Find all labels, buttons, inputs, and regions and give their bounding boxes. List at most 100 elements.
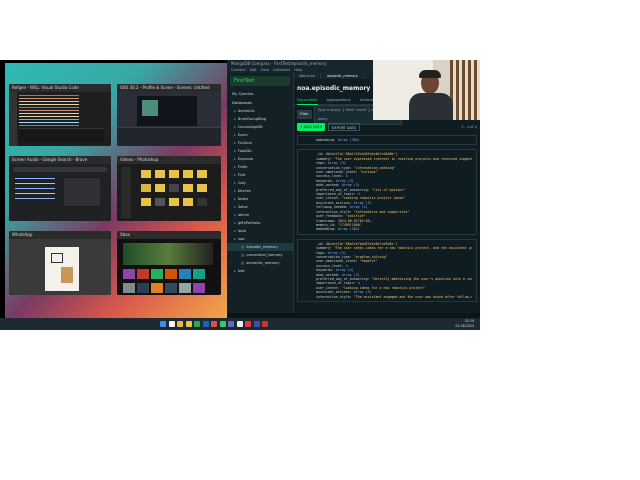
document-card[interactable]: embedding: Array (384) [297, 135, 477, 146]
field-key: embedding [316, 138, 334, 142]
taskbar-app-icon[interactable] [219, 321, 226, 327]
taskbar-app-icon[interactable] [262, 321, 268, 327]
database-item[interactable]: Ecom [227, 131, 293, 139]
database-item[interactable]: AnimeLib [227, 107, 293, 115]
window-title: Screen Audio - Google Search - Brave [9, 156, 111, 164]
taskbar-app-icon[interactable] [236, 321, 243, 327]
database-item[interactable]: test [227, 267, 293, 275]
field-key: preferred_way_of_answering [316, 276, 368, 281]
database-item[interactable]: FiLiGam [227, 139, 293, 147]
connection-name[interactable]: FirstTest [230, 76, 290, 86]
field-key: embedding [316, 227, 334, 232]
pagination-text: 1 - 4 of 4 [461, 125, 477, 129]
field-value: ObjectId('66a1fe7d4d5fe4c0e7cd3a8c') [325, 241, 398, 246]
database-item[interactable]: Notes [227, 195, 293, 203]
database-item[interactable]: BrainDumpBlog [227, 115, 293, 123]
field-value: Array (2) [349, 205, 368, 210]
document-card[interactable]: _id: ObjectId('66a1fe7d4d5fe4c0e7cd3a8c'… [297, 238, 477, 302]
window-thumbnail-photos[interactable]: Videos - Photoshop [117, 156, 221, 221]
document-card[interactable]: _id: ObjectId('66a1fe5c4d5fe4c0e7cd3a8b'… [297, 149, 477, 235]
filter-label: Filter [297, 110, 312, 119]
tab-episodic-memory[interactable]: episodic_memory [322, 73, 364, 79]
collection-item-episodic[interactable]: episodic_memory [227, 243, 293, 251]
person-body [409, 93, 453, 120]
menu-connect[interactable]: Connect [231, 68, 245, 72]
field-key: keywords [316, 178, 332, 183]
field-value: "information_seeking" [353, 165, 396, 170]
field-key: importance_of_topic [316, 281, 354, 286]
field-key: user_emotional_state [316, 259, 356, 264]
field-value: "directly addressing the user's question… [371, 276, 472, 281]
window-thumbnail-vscode[interactable]: Refgen - WSL: Visual Studio Code [9, 84, 111, 146]
field-key: interaction_style [316, 294, 350, 299]
taskbar-app-icon[interactable] [228, 321, 234, 327]
field-value: "informative and supportive" [353, 209, 410, 214]
photos-preview [117, 164, 221, 221]
tab-welcome[interactable]: Welcome [294, 73, 322, 79]
window-title: WhatsApp [9, 231, 111, 239]
field-value: "1749911000" [337, 222, 362, 227]
collection-item-procedural[interactable]: procedural_memory [227, 251, 293, 259]
taskbar-app-icon[interactable] [211, 321, 217, 327]
field-key: assistant_actions [316, 200, 350, 205]
sidebar: FirstTest My Queries Databases AnimeLib … [227, 73, 294, 318]
field-value: Array (3) [353, 200, 372, 205]
database-item[interactable]: Goly [227, 179, 293, 187]
whatsapp-preview [9, 239, 111, 295]
field-value: "list of options" [371, 187, 406, 192]
database-item[interactable]: Expense [227, 155, 293, 163]
taskbar-app-icon[interactable] [194, 321, 200, 327]
export-data-button[interactable]: EXPORT DATA [327, 123, 360, 131]
field-value: 4 [357, 281, 360, 286]
field-key: importance_of_topic [316, 192, 354, 197]
brave-preview [9, 164, 111, 221]
window-thumbnail-whatsapp[interactable]: WhatsApp [9, 231, 111, 295]
database-item[interactable]: Solve [227, 203, 293, 211]
database-item[interactable]: FoodDb [227, 147, 293, 155]
field-value: "seeking robotics project ideas" [341, 196, 406, 201]
field-key: user_feedback [316, 214, 342, 219]
taskbar-app-icon[interactable] [202, 321, 209, 327]
tab-schema[interactable]: Schema [360, 96, 374, 104]
window-thumbnail-brave[interactable]: Screen Audio - Google Search - Brave [9, 156, 111, 221]
database-item[interactable]: CourseAppDB [227, 123, 293, 131]
field-value: "hopeful" [359, 259, 378, 264]
database-item[interactable]: local [227, 227, 293, 235]
add-data-button[interactable]: + ADD DATA [297, 123, 325, 131]
taskbar-app-icon[interactable] [245, 321, 251, 327]
field-value: "curious" [359, 170, 378, 175]
taskbar-app-icon[interactable] [168, 321, 175, 327]
collection-item-semantic[interactable]: semantic_memory [227, 259, 293, 267]
field-value: "positive" [345, 214, 366, 219]
field-value: "The user seeks ideas for a new robotics… [333, 246, 472, 251]
database-item[interactable]: FinRe [227, 163, 293, 171]
window-thumbnail-obs[interactable]: OBS 30.2 - Profile & Scene - Scenes: Unt… [117, 84, 221, 146]
window-thumbnail-xbox[interactable]: Xbox [117, 231, 221, 295]
field-key: followup_needed [316, 205, 346, 210]
system-clock[interactable]: 02:10 01-08-2024 [455, 319, 474, 329]
start-icon[interactable] [160, 321, 166, 327]
menu-help[interactable]: Help [294, 68, 302, 72]
taskbar-app-icon[interactable] [253, 321, 260, 327]
field-value: 4 [357, 192, 360, 197]
field-value: Array (384) [337, 138, 360, 142]
tab-aggregations[interactable]: Aggregations [327, 96, 351, 104]
database-item[interactable]: First [227, 171, 293, 179]
field-value: Array (5) [327, 250, 346, 255]
menu-collection[interactable]: Collection [273, 68, 290, 72]
sidebar-my-queries[interactable]: My Queries [227, 89, 293, 98]
field-key: timestamp [316, 218, 334, 223]
field-value: 5 [345, 174, 348, 179]
sidebar-databases-heading[interactable]: Databases [227, 98, 293, 107]
field-key: interaction_style [316, 209, 350, 214]
database-item[interactable]: giftsPortfolio [227, 219, 293, 227]
field-key: preferred_way_of_answering [316, 187, 368, 192]
taskbar-app-icon[interactable] [185, 321, 192, 327]
field-value: "The user expressed interest in resolved… [333, 156, 472, 161]
database-item[interactable]: Kitchen [227, 187, 293, 195]
database-item[interactable]: admin [227, 211, 293, 219]
menu-edit[interactable]: Edit [250, 68, 257, 72]
database-item[interactable]: noa [227, 235, 293, 243]
menu-view[interactable]: View [261, 68, 269, 72]
taskbar-app-icon[interactable] [177, 321, 183, 327]
